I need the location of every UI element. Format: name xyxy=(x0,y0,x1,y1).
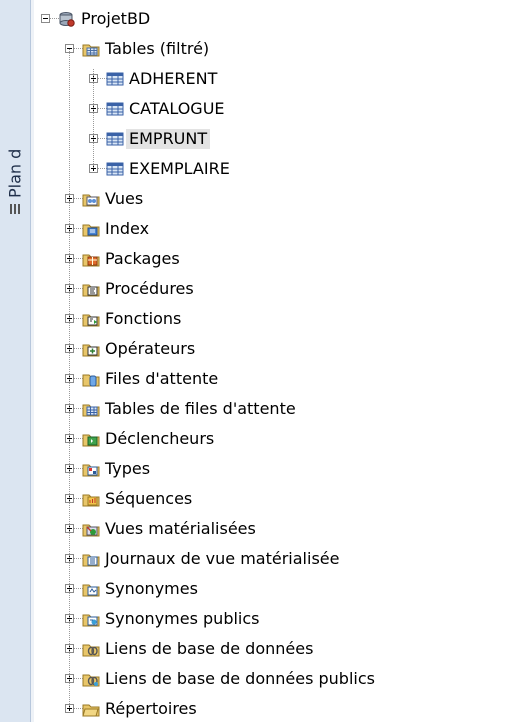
tree-node-label: EXEMPLAIRE xyxy=(129,159,230,178)
public-database-links-icon xyxy=(82,671,100,687)
tree-node-folder[interactable]: Synonymes publics xyxy=(0,604,507,634)
tree-connector xyxy=(93,69,94,169)
tree-node-folder[interactable]: Index xyxy=(0,214,507,244)
tree-node-folder[interactable]: Vues matérialisées xyxy=(0,514,507,544)
index-icon xyxy=(82,221,100,237)
materialized-view-logs-icon xyxy=(82,551,100,567)
tree-node-tables[interactable]: Tables (filtré) xyxy=(0,34,507,64)
tree-node-table-catalogue[interactable]: CATALOGUE xyxy=(0,94,507,124)
tree-node-label: Liens de base de données xyxy=(105,639,314,658)
tree-node-table-exemplaire[interactable]: EXEMPLAIRE xyxy=(0,154,507,184)
queue-tables-icon xyxy=(82,401,100,417)
tree-node-label: Journaux de vue matérialisée xyxy=(105,549,340,568)
database-links-icon xyxy=(82,641,100,657)
tree-node-label: Tables (filtré) xyxy=(105,39,210,58)
tree-node-folder[interactable]: Fonctions xyxy=(0,304,507,334)
tree-node-folder[interactable]: Déclencheurs xyxy=(0,424,507,454)
types-icon xyxy=(82,461,100,477)
connection-tree: ProjetBD Tables (filtré) ADHERENT CATALOGUE… xyxy=(0,0,507,722)
tree-node-label: Vues matérialisées xyxy=(105,519,256,538)
tree-node-label: Packages xyxy=(105,249,180,268)
tree-node-folder[interactable]: Opérateurs xyxy=(0,334,507,364)
tree-node-label: Vues xyxy=(105,189,144,208)
operators-icon xyxy=(82,341,100,357)
tree-node-label: Fonctions xyxy=(105,309,182,328)
public-synonyms-icon xyxy=(82,611,100,627)
tree-node-label: Types xyxy=(105,459,151,478)
queues-icon xyxy=(82,371,100,387)
tree-node-label: Séquences xyxy=(105,489,193,508)
tree-node-label: Liens de base de données publics xyxy=(105,669,375,688)
directories-icon xyxy=(82,701,100,717)
tables-folder-icon xyxy=(82,41,100,57)
tree-node-label: Procédures xyxy=(105,279,194,298)
synonyms-icon xyxy=(82,581,100,597)
tree-node-folder[interactable]: Répertoires xyxy=(0,694,507,724)
tree-node-folder[interactable]: Synonymes xyxy=(0,574,507,604)
table-icon xyxy=(106,101,124,117)
tree-node-root[interactable]: ProjetBD xyxy=(0,4,507,34)
tree-node-label: Files d'attente xyxy=(105,369,219,388)
tree-node-table-adherent[interactable]: ADHERENT xyxy=(0,64,507,94)
tree-node-folder[interactable]: Tables de files d'attente xyxy=(0,394,507,424)
tree-node-label: EMPRUNT xyxy=(126,129,211,149)
tree-node-folder[interactable]: Séquences xyxy=(0,484,507,514)
tree-node-table-emprunt[interactable]: EMPRUNT xyxy=(0,124,507,154)
materialized-views-icon xyxy=(82,521,100,537)
tree-node-label: Opérateurs xyxy=(105,339,196,358)
tree-node-label: Synonymes xyxy=(105,579,198,598)
tree-node-folder[interactable]: Liens de base de données publics xyxy=(0,664,507,694)
tree-node-label: ADHERENT xyxy=(129,69,218,88)
packages-icon xyxy=(82,251,100,267)
tree-node-label: Index xyxy=(105,219,150,238)
procedures-icon xyxy=(82,281,100,297)
triggers-icon xyxy=(82,431,100,447)
tree-node-folder[interactable]: Vues xyxy=(0,184,507,214)
table-icon xyxy=(106,161,124,177)
tree-node-label: Déclencheurs xyxy=(105,429,215,448)
tree-node-folder[interactable]: Liens de base de données xyxy=(0,634,507,664)
tree-node-folder[interactable]: Types xyxy=(0,454,507,484)
table-icon xyxy=(106,71,124,87)
sequences-icon xyxy=(82,491,100,507)
collapse-icon[interactable] xyxy=(41,14,50,23)
tree-node-label: CATALOGUE xyxy=(129,99,225,118)
tree-node-label: ProjetBD xyxy=(81,9,151,28)
functions-icon xyxy=(82,311,100,327)
tree-node-folder[interactable]: Procédures xyxy=(0,274,507,304)
table-icon xyxy=(106,131,124,147)
tree-node-folder[interactable]: Journaux de vue matérialisée xyxy=(0,544,507,574)
tree-node-folder[interactable]: Packages xyxy=(0,244,507,274)
database-connection-icon xyxy=(58,11,76,27)
tree-node-label: Tables de files d'attente xyxy=(105,399,296,418)
tree-connector xyxy=(69,49,70,709)
tree-node-folder[interactable]: Files d'attente xyxy=(0,364,507,394)
tree-node-label: Répertoires xyxy=(105,699,197,718)
tree-node-label: Synonymes publics xyxy=(105,609,260,628)
views-icon xyxy=(82,191,100,207)
